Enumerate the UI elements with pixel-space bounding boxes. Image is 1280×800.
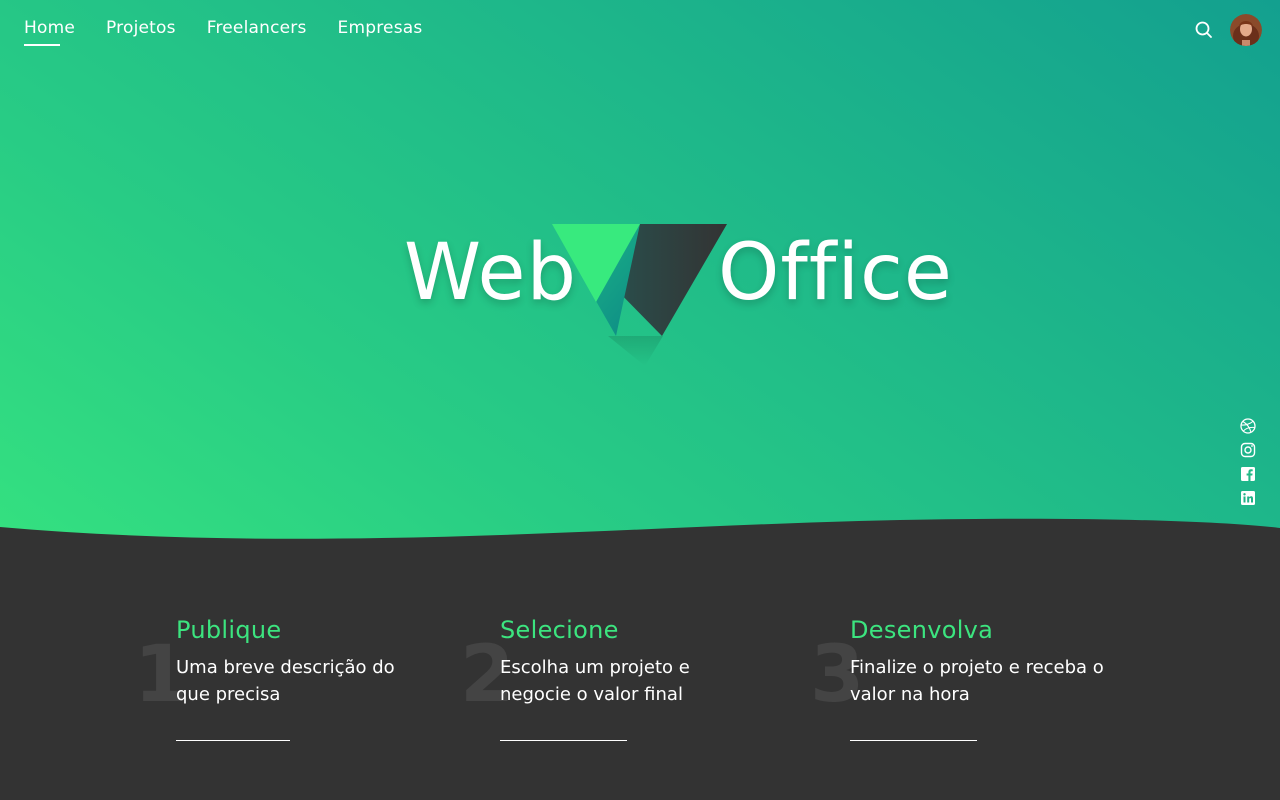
step-divider bbox=[500, 740, 627, 741]
nav-freelancers[interactable]: Freelancers bbox=[207, 18, 307, 44]
step-selecione: Selecione Escolha um projeto e negocie o… bbox=[500, 616, 780, 741]
logo-word-office: Office bbox=[718, 228, 953, 318]
step-description: Uma breve descrição do que precisa bbox=[176, 657, 395, 705]
nav-empresas[interactable]: Empresas bbox=[338, 18, 423, 44]
search-icon[interactable] bbox=[1194, 20, 1214, 40]
dribbble-icon[interactable] bbox=[1240, 418, 1256, 434]
step-title: Desenvolva bbox=[850, 616, 994, 644]
main-nav: Home Projetos Freelancers Empresas bbox=[24, 18, 453, 46]
step-description: Escolha um projeto e negocie o valor fin… bbox=[500, 657, 690, 705]
nav-home[interactable]: Home bbox=[24, 18, 75, 46]
step-publique: Publique Uma breve descrição do que prec… bbox=[176, 616, 456, 741]
facebook-icon[interactable] bbox=[1240, 466, 1256, 482]
step-title: Publique bbox=[176, 616, 282, 644]
step-desenvolva: Desenvolva Finalize o projeto e receba o… bbox=[850, 616, 1130, 741]
instagram-icon[interactable] bbox=[1240, 442, 1256, 458]
step-title: Selecione bbox=[500, 616, 619, 644]
nav-projetos[interactable]: Projetos bbox=[106, 18, 176, 44]
avatar[interactable] bbox=[1230, 14, 1262, 46]
linkedin-icon[interactable] bbox=[1240, 490, 1256, 506]
step-description: Finalize o projeto e receba o valor na h… bbox=[850, 657, 1104, 705]
step-divider bbox=[850, 740, 977, 741]
social-links bbox=[1240, 418, 1256, 506]
step-divider bbox=[176, 740, 290, 741]
logo-word-web: Web bbox=[404, 228, 578, 318]
